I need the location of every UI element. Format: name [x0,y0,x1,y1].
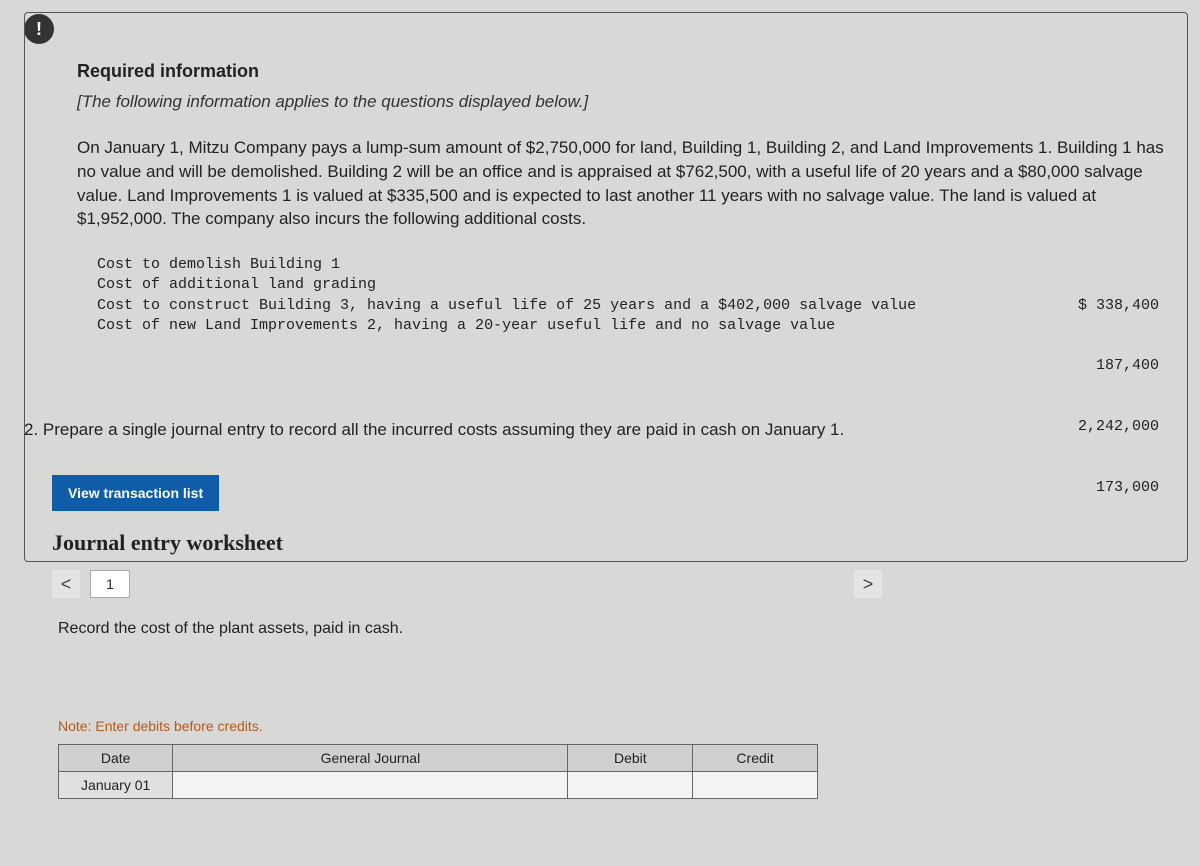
journal-worksheet: Journal entry worksheet < 1 > Record the… [52,530,882,799]
journal-entry-table: Date General Journal Debit Credit Januar… [58,744,818,799]
required-title: Required information [77,61,1165,82]
prev-entry-button[interactable]: < [52,570,80,598]
cost-value: 173,000 [1078,478,1159,498]
header-journal: General Journal [173,745,568,772]
question-text: 2. Prepare a single journal entry to rec… [24,420,1188,440]
next-entry-button[interactable]: > [854,570,882,598]
cost-label: Cost to demolish Building 1 [97,255,1078,275]
table-header-row: Date General Journal Debit Credit [59,745,818,772]
entry-instruction: Record the cost of the plant assets, pai… [52,620,882,638]
required-subtitle: [The following information applies to th… [77,92,1165,112]
header-date: Date [59,745,173,772]
cost-label: Cost of additional land grading [97,275,1078,295]
worksheet-title: Journal entry worksheet [52,530,882,556]
cost-value: 187,400 [1078,356,1159,376]
header-debit: Debit [568,745,693,772]
required-body: On January 1, Mitzu Company pays a lump-… [77,136,1165,231]
entry-page-number[interactable]: 1 [90,570,130,598]
entry-note: Note: Enter debits before credits. [52,718,882,734]
cost-block: Cost to demolish Building 1 Cost of addi… [77,255,1165,539]
cost-label: Cost to construct Building 3, having a u… [97,296,1078,316]
cost-value: $ 338,400 [1078,296,1159,316]
cost-label: Cost of new Land Improvements 2, having … [97,316,1078,336]
cell-date[interactable]: January 01 [59,772,173,799]
view-transaction-list-button[interactable]: View transaction list [52,475,219,511]
table-row: January 01 [59,772,818,799]
worksheet-nav: < 1 > [52,570,882,598]
cell-journal[interactable] [173,772,568,799]
cell-credit[interactable] [693,772,818,799]
header-credit: Credit [693,745,818,772]
cell-debit[interactable] [568,772,693,799]
